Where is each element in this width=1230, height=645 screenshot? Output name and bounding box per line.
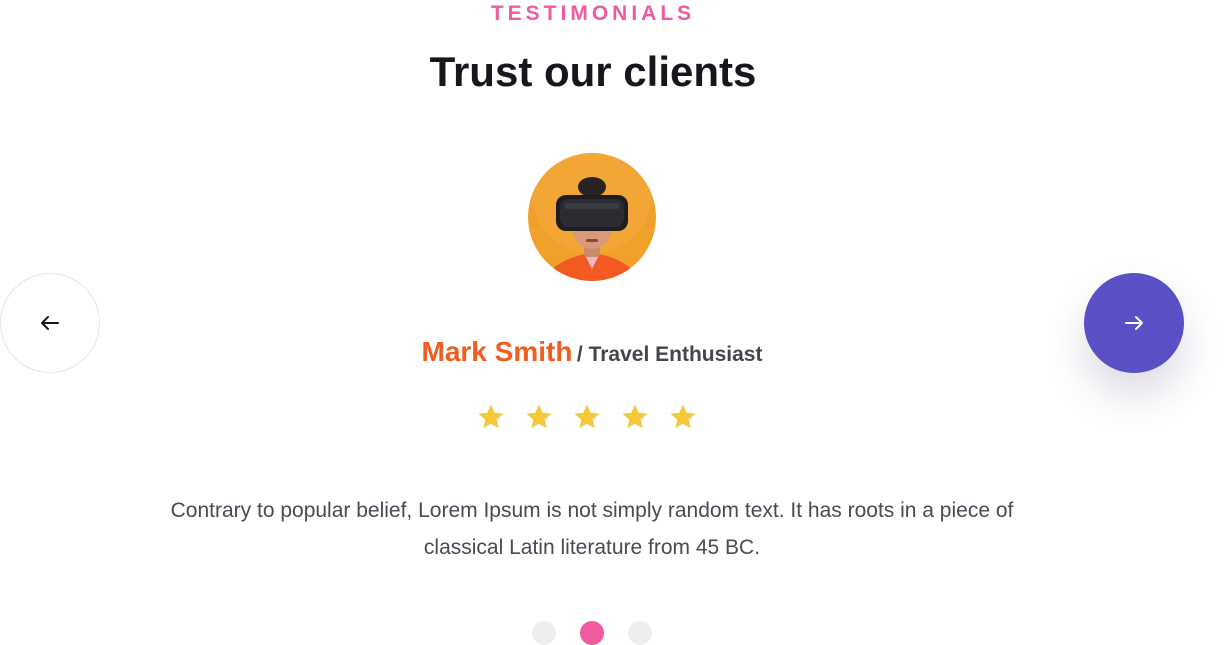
pagination-dot-2[interactable] [580,621,604,645]
pagination-dot-3[interactable] [628,621,652,645]
arrow-right-icon [1125,316,1143,330]
star-icon [670,404,696,429]
star-icon [622,404,648,429]
pagination-dot-1[interactable] [532,621,556,645]
testimonial-quote: Contrary to popular belief, Lorem Ipsum … [170,499,1014,559]
testimonials-section: TESTIMONIALS Trust our clients Mark Smit… [0,0,1230,645]
testimonial-author: Mark Smith / Travel Enthusiast [0,336,1184,368]
star-rating [476,402,698,432]
star-icon [526,404,552,429]
avatar [528,153,656,281]
avatar-photo [528,153,656,281]
section-eyebrow: TESTIMONIALS [490,2,696,25]
author-role: / Travel Enthusiast [576,343,763,366]
star-icon [574,404,600,429]
carousel-pagination [532,621,652,645]
arrow-left-icon [41,316,59,330]
star-icon [478,404,504,429]
author-name: Mark Smith [421,336,573,367]
section-title: Trust our clients [429,48,757,95]
